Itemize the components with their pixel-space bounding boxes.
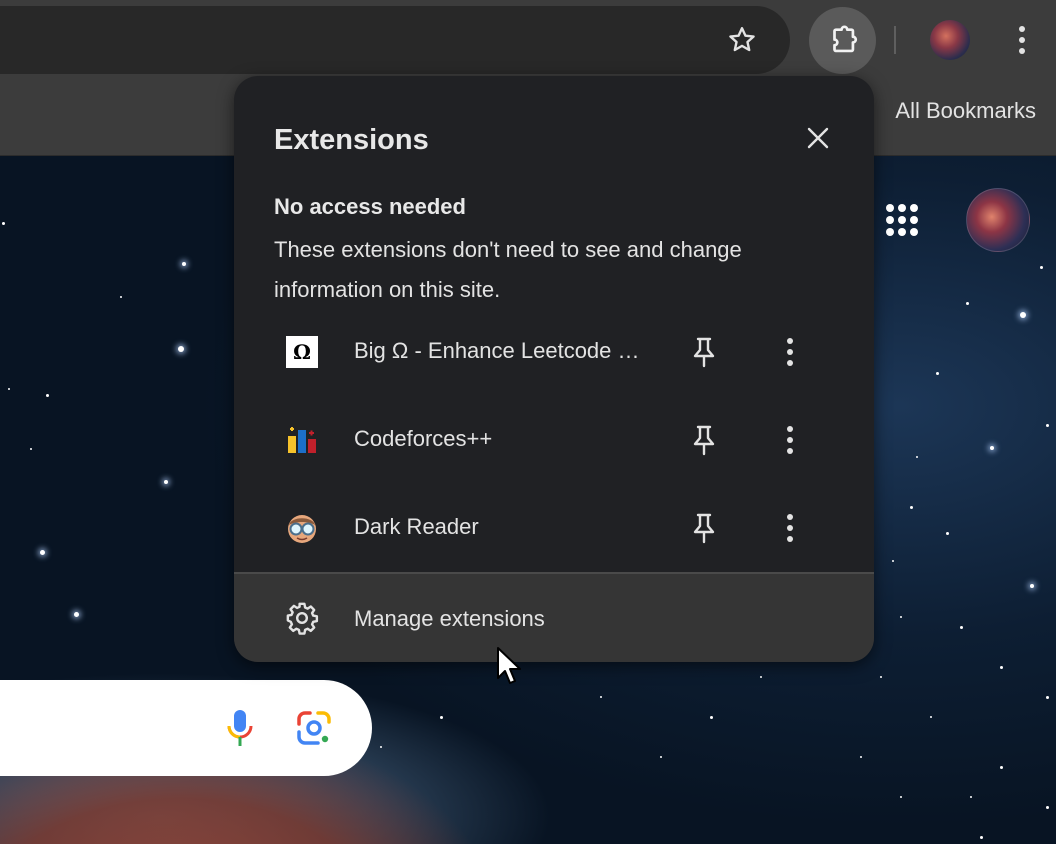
apps-grid-icon[interactable] xyxy=(880,198,924,242)
chrome-menu-button[interactable] xyxy=(1004,20,1040,60)
star-dot xyxy=(946,532,949,535)
bookmark-star-button[interactable] xyxy=(722,20,762,60)
star-dot xyxy=(930,716,932,718)
star-dot xyxy=(1000,766,1003,769)
account-avatar[interactable] xyxy=(966,188,1030,252)
browser-toolbar xyxy=(0,0,1056,78)
star-dot xyxy=(1046,424,1049,427)
more-actions-button[interactable] xyxy=(768,506,812,550)
star-dot xyxy=(178,346,184,352)
pin-button[interactable] xyxy=(682,506,726,550)
star-dot xyxy=(900,616,902,618)
close-button[interactable] xyxy=(796,116,840,160)
vertical-dots-icon xyxy=(787,338,793,366)
extension-name[interactable]: Big Ω - Enhance Leetcode Experience xyxy=(354,338,650,364)
pin-button[interactable] xyxy=(682,418,726,462)
star-dot xyxy=(1046,806,1049,809)
star-dot xyxy=(2,222,5,225)
star-dot xyxy=(892,560,894,562)
star-dot xyxy=(8,388,10,390)
star-dot xyxy=(1000,666,1003,669)
star-dot xyxy=(380,746,382,748)
star-dot xyxy=(936,372,939,375)
star-dot xyxy=(120,296,122,298)
section-description: These extensions don't need to see and c… xyxy=(274,237,742,302)
star-dot xyxy=(970,796,972,798)
close-icon xyxy=(807,127,829,149)
star-dot xyxy=(74,612,79,617)
star-dot xyxy=(980,836,983,839)
extension-row-big-omega: Ω Big Ω - Enhance Leetcode Experience xyxy=(234,308,874,396)
star-dot xyxy=(46,394,49,397)
pin-icon xyxy=(693,513,715,544)
star-dot xyxy=(30,448,32,450)
extension-name[interactable]: Dark Reader xyxy=(354,514,650,540)
star-dot xyxy=(710,716,713,719)
puzzle-piece-icon xyxy=(832,25,857,52)
pin-button[interactable] xyxy=(682,330,726,374)
profile-avatar-button[interactable] xyxy=(930,20,970,60)
gear-icon xyxy=(284,600,320,636)
star-dot xyxy=(40,550,45,555)
vertical-dots-icon xyxy=(787,514,793,542)
more-actions-button[interactable] xyxy=(768,330,812,374)
extensions-menu: Extensions No access needed These extens… xyxy=(234,76,874,662)
dark-reader-icon xyxy=(286,512,318,544)
star-dot xyxy=(760,676,762,678)
all-bookmarks-button[interactable]: All Bookmarks xyxy=(895,98,1036,124)
manage-extensions-label: Manage extensions xyxy=(354,606,545,631)
address-bar[interactable] xyxy=(0,6,790,74)
star-dot xyxy=(440,716,443,719)
manage-extensions-button[interactable]: Manage extensions xyxy=(234,574,874,662)
extension-name[interactable]: Codeforces++ xyxy=(354,426,650,452)
star-dot xyxy=(600,696,602,698)
more-actions-button[interactable] xyxy=(768,418,812,462)
star-dot xyxy=(880,676,882,678)
star-dot xyxy=(1030,584,1034,588)
section-heading: No access needed xyxy=(274,194,466,219)
star-outline-icon xyxy=(729,27,755,52)
toolbar-separator xyxy=(894,26,896,54)
mouse-cursor-icon xyxy=(497,647,521,684)
star-dot xyxy=(1046,696,1049,699)
extensions-menu-title: Extensions xyxy=(274,124,429,156)
microphone-icon xyxy=(227,710,253,746)
star-dot xyxy=(182,262,186,266)
star-dot xyxy=(164,480,168,484)
big-omega-icon: Ω xyxy=(286,336,318,368)
star-dot xyxy=(966,302,969,305)
voice-search-button[interactable] xyxy=(220,706,260,750)
star-dot xyxy=(860,756,862,758)
google-lens-button[interactable] xyxy=(294,708,334,748)
star-dot xyxy=(1040,266,1043,269)
star-dot xyxy=(900,796,902,798)
star-dot xyxy=(960,626,963,629)
extension-row-codeforces: Codeforces++ xyxy=(234,396,874,484)
codeforces-icon xyxy=(286,424,318,456)
star-dot xyxy=(910,506,913,509)
extension-row-dark-reader: Dark Reader xyxy=(234,484,874,572)
pin-icon xyxy=(693,425,715,456)
star-dot xyxy=(1020,312,1026,318)
vertical-dots-icon xyxy=(787,426,793,454)
vertical-dots-icon xyxy=(1019,26,1025,54)
pin-icon xyxy=(693,337,715,368)
star-dot xyxy=(660,756,662,758)
star-dot xyxy=(916,456,918,458)
google-lens-icon xyxy=(297,711,331,745)
star-dot xyxy=(990,446,994,450)
extensions-button[interactable] xyxy=(809,7,876,74)
